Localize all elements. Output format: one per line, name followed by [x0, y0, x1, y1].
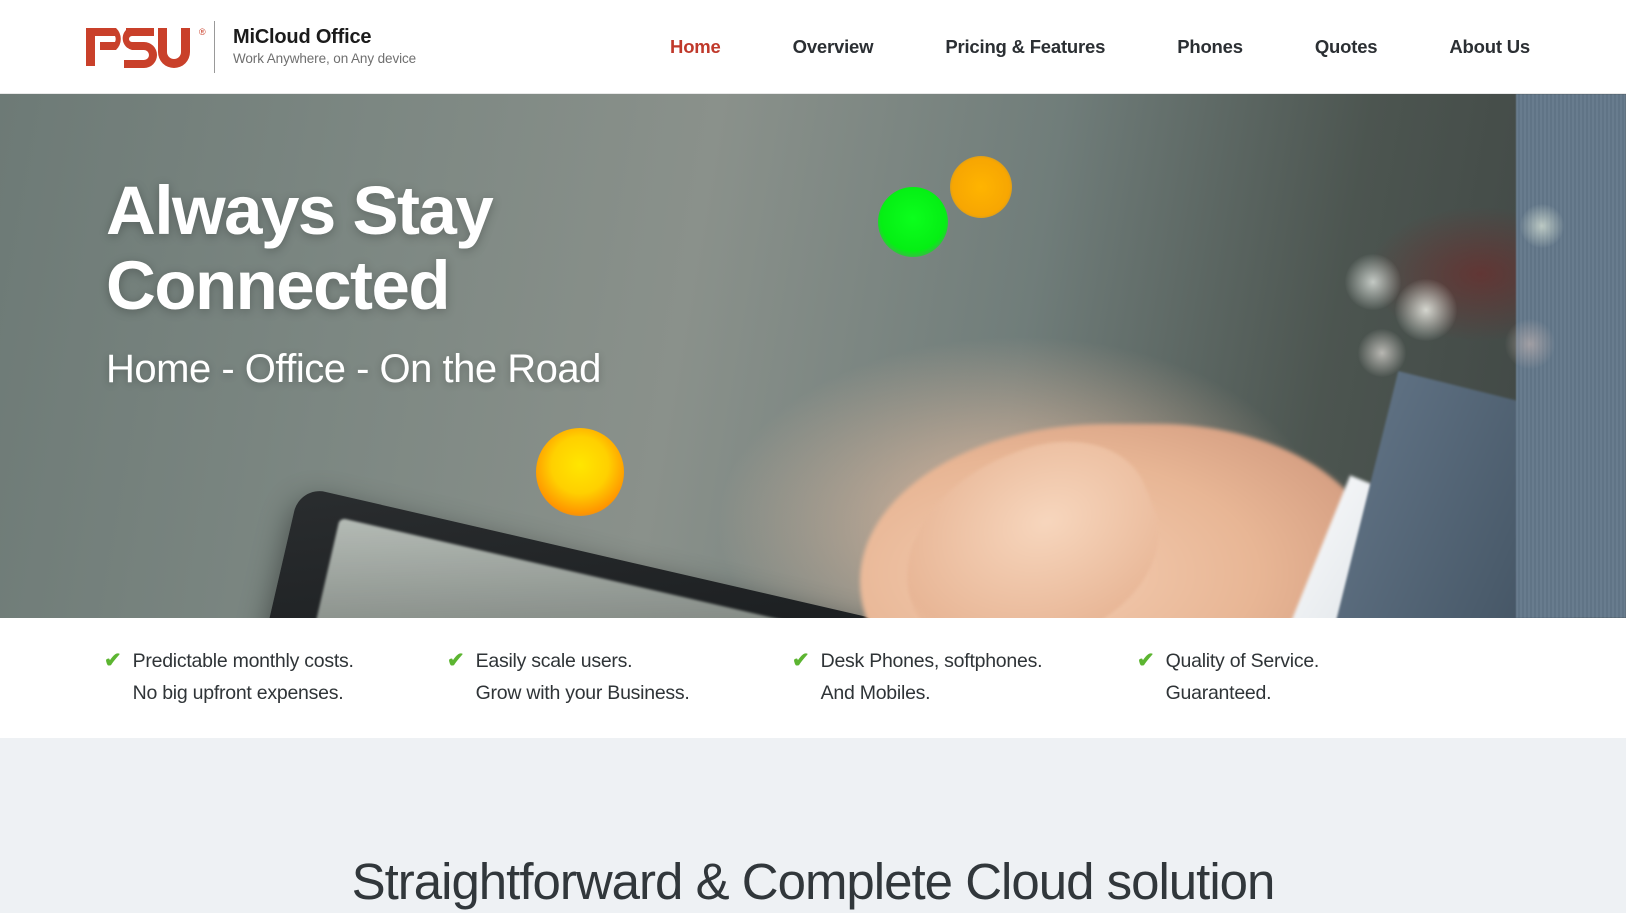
- brand-text-block: MiCloud Office Work Anywhere, on Any dev…: [233, 26, 416, 68]
- brand-title: MiCloud Office: [233, 25, 372, 48]
- feature-bullet-line-1: Quality of Service.: [1165, 650, 1320, 673]
- psu-logo-icon[interactable]: ®: [86, 25, 206, 69]
- feature-bullet-line-2: Guaranteed.: [1165, 682, 1272, 704]
- solution-section-heading: Straightforward & Complete Cloud solutio…: [351, 853, 1276, 910]
- feature-bullet-text: Predictable monthly costs. No big upfron…: [133, 646, 354, 709]
- check-icon: ✔: [1137, 649, 1155, 673]
- bokeh-light-icon: [1358, 329, 1406, 377]
- feature-bullet-line-1: Desk Phones, softphones.: [820, 650, 1043, 673]
- nav-item-home[interactable]: Home: [634, 36, 757, 58]
- nav-item-overview[interactable]: Overview: [757, 36, 910, 58]
- bokeh-light-icon: [1395, 279, 1457, 341]
- nav-item-phones[interactable]: Phones: [1141, 36, 1279, 58]
- brand-tagline: Work Anywhere, on Any device: [233, 50, 417, 66]
- feature-bullet-line-1: Easily scale users.: [475, 650, 633, 673]
- feature-bullet-line-2: Grow with your Business.: [475, 682, 690, 704]
- feature-bullet: ✔ Quality of Service. Guaranteed.: [1137, 646, 1457, 709]
- hero-subtitle: Home - Office - On the Road: [106, 347, 601, 392]
- hero-title-line-1: Always Stay: [106, 172, 494, 249]
- feature-bullet-line-2: And Mobiles.: [820, 682, 931, 704]
- feature-bullet-text: Easily scale users. Grow with your Busin…: [476, 646, 690, 709]
- orange-bokeh-light-icon: [950, 156, 1012, 218]
- nav-item-about-us[interactable]: About Us: [1413, 36, 1530, 58]
- feature-bullet-text: Quality of Service. Guaranteed.: [1165, 646, 1320, 709]
- hero-title-line-2: Connected: [106, 246, 451, 324]
- site-header: ® MiCloud Office Work Anywhere, on Any d…: [0, 0, 1626, 94]
- check-icon: ✔: [104, 649, 122, 673]
- bokeh-light-icon: [1345, 254, 1401, 310]
- feature-bullet: ✔ Easily scale users. Grow with your Bus…: [447, 646, 792, 709]
- brand-logo-block[interactable]: ® MiCloud Office Work Anywhere, on Any d…: [86, 18, 416, 76]
- green-bokeh-light-icon: [878, 187, 948, 257]
- feature-bullet-line-2: No big upfront expenses.: [132, 682, 344, 704]
- bokeh-light-icon: [1520, 204, 1564, 248]
- feature-bullet: ✔ Predictable monthly costs. No big upfr…: [104, 646, 447, 709]
- hero-copy-block: Always Stay Connected Home - Office - On…: [106, 172, 601, 392]
- feature-bullet: ✔ Desk Phones, softphones. And Mobiles.: [792, 646, 1137, 709]
- feature-bullets-bar: ✔ Predictable monthly costs. No big upfr…: [0, 618, 1626, 738]
- hero-banner: Always Stay Connected Home - Office - On…: [0, 94, 1626, 618]
- registered-trademark-icon: ®: [199, 26, 206, 37]
- yellow-bokeh-light-icon: [536, 428, 624, 516]
- feature-bullet-line-1: Predictable monthly costs.: [132, 650, 354, 673]
- nav-item-pricing-features[interactable]: Pricing & Features: [909, 36, 1141, 58]
- nav-item-quotes[interactable]: Quotes: [1279, 36, 1414, 58]
- main-navigation: Home Overview Pricing & Features Phones …: [634, 36, 1530, 58]
- hero-title: Always Stay Connected: [106, 172, 601, 324]
- feature-bullet-text: Desk Phones, softphones. And Mobiles.: [821, 646, 1043, 709]
- solution-section: Straightforward & Complete Cloud solutio…: [0, 738, 1626, 913]
- brand-divider: [214, 20, 215, 73]
- bokeh-light-icon: [1505, 319, 1555, 369]
- check-icon: ✔: [447, 649, 465, 673]
- check-icon: ✔: [792, 649, 810, 673]
